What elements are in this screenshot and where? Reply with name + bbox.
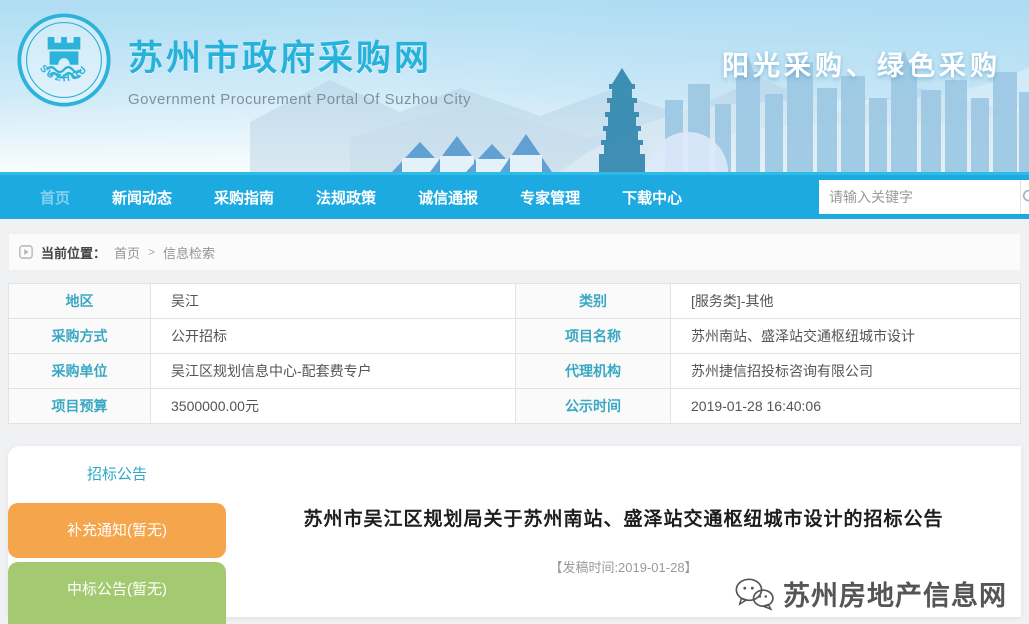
banner-slogan: 阳光采购、绿色采购 — [722, 44, 1001, 83]
tab-award-announcement[interactable]: 中标公告(暂无) — [8, 562, 226, 624]
search-button[interactable] — [1020, 180, 1029, 214]
site-banner: SUZHOU 苏州市政府采购网 Government Procurement P… — [0, 0, 1029, 175]
field-label: 地区 — [9, 284, 151, 319]
breadcrumb: 当前位置： 首页 > 信息检索 — [8, 233, 1021, 271]
watermark-text: 苏州房地产信息网 — [783, 574, 1007, 613]
watermark: 苏州房地产信息网 — [733, 574, 1007, 613]
field-value: 2019-01-28 16:40:06 — [671, 389, 1021, 424]
table-row: 采购方式 公开招标 项目名称 苏州南站、盛泽站交通枢纽城市设计 — [9, 319, 1021, 354]
announcement-content: 苏州市吴江区规划局关于苏州南站、盛泽站交通枢纽城市设计的招标公告 【发稿时间:2… — [226, 446, 1021, 617]
table-row: 项目预算 3500000.00元 公示时间 2019-01-28 16:40:0… — [9, 389, 1021, 424]
field-value: 吴江区规划信息中心-配套费专户 — [151, 354, 516, 389]
nav-item-news[interactable]: 新闻动态 — [112, 187, 172, 208]
field-label: 项目预算 — [9, 389, 151, 424]
search-input[interactable] — [819, 180, 1020, 214]
table-row: 地区 吴江 类别 [服务类]-其他 — [9, 284, 1021, 319]
field-value: 吴江 — [151, 284, 516, 319]
nav-item-expert-management[interactable]: 专家管理 — [520, 187, 580, 208]
field-value: 3500000.00元 — [151, 389, 516, 424]
tab-supplementary-notice[interactable]: 补充通知(暂无) — [8, 503, 226, 558]
main-nav: 首页 新闻动态 采购指南 法规政策 诚信通报 专家管理 下载中心 — [0, 175, 1029, 219]
nav-item-home[interactable]: 首页 — [40, 187, 70, 208]
field-value: 苏州南站、盛泽站交通枢纽城市设计 — [671, 319, 1021, 354]
field-label: 公示时间 — [516, 389, 671, 424]
project-info-table: 地区 吴江 类别 [服务类]-其他 采购方式 公开招标 项目名称 苏州南站、盛泽… — [8, 283, 1021, 424]
breadcrumb-home-link[interactable]: 首页 — [114, 243, 140, 262]
nav-item-integrity-report[interactable]: 诚信通报 — [418, 187, 478, 208]
wechat-icon — [733, 576, 775, 612]
site-title: 苏州市政府采购网 — [128, 30, 471, 81]
nav-item-procurement-guide[interactable]: 采购指南 — [214, 187, 274, 208]
announcement-panel: 招标公告 补充通知(暂无) 中标公告(暂无) 苏州市吴江区规划局关于苏州南站、盛… — [8, 446, 1021, 617]
site-identity: 苏州市政府采购网 Government Procurement Portal O… — [128, 30, 471, 108]
site-subtitle: Government Procurement Portal Of Suzhou … — [128, 91, 471, 108]
field-value: 苏州捷信招投标咨询有限公司 — [671, 354, 1021, 389]
nav-item-regulations[interactable]: 法规政策 — [316, 187, 376, 208]
suzhou-logo[interactable]: SUZHOU — [16, 12, 112, 108]
field-value: [服务类]-其他 — [671, 284, 1021, 319]
table-row: 采购单位 吴江区规划信息中心-配套费专户 代理机构 苏州捷信招投标咨询有限公司 — [9, 354, 1021, 389]
breadcrumb-current-link[interactable]: 信息检索 — [163, 243, 215, 262]
field-label: 代理机构 — [516, 354, 671, 389]
field-label: 项目名称 — [516, 319, 671, 354]
location-icon — [19, 245, 33, 259]
field-label: 采购方式 — [9, 319, 151, 354]
breadcrumb-separator: > — [148, 245, 155, 259]
breadcrumb-label: 当前位置： — [41, 243, 106, 262]
tab-bid-announcement[interactable]: 招标公告 — [8, 446, 226, 503]
search-icon — [1021, 188, 1029, 206]
announcement-tabs: 招标公告 补充通知(暂无) 中标公告(暂无) — [8, 446, 226, 624]
field-label: 类别 — [516, 284, 671, 319]
field-label: 采购单位 — [9, 354, 151, 389]
announcement-title: 苏州市吴江区规划局关于苏州南站、盛泽站交通枢纽城市设计的招标公告 — [226, 504, 1021, 531]
nav-item-download-center[interactable]: 下载中心 — [622, 187, 682, 208]
search-box — [819, 180, 1025, 214]
field-value: 公开招标 — [151, 319, 516, 354]
